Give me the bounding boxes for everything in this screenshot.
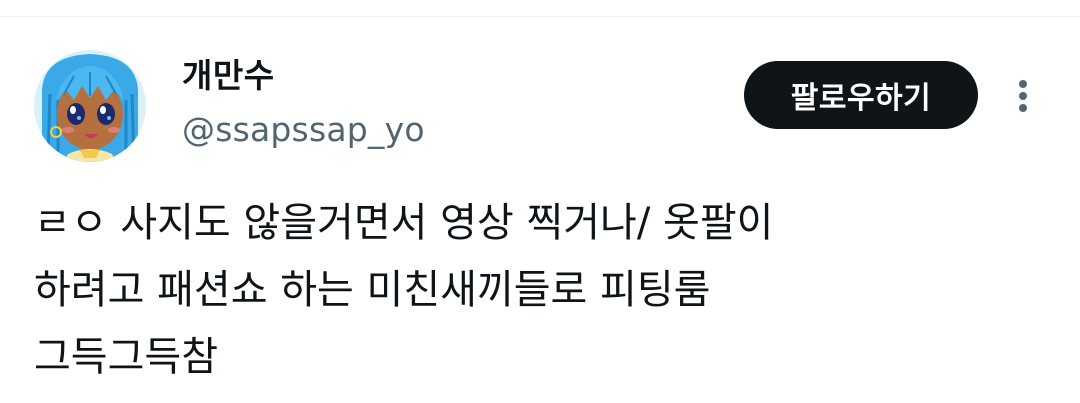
more-vertical-icon[interactable] [1008, 76, 1038, 116]
more-dots [1019, 80, 1027, 112]
tweet-text: ㄹㅇ 사지도 않을거면서 영상 찍거나/ 옷팔이 하려고 패션쇼 하는 미친새끼… [34, 190, 1044, 391]
tweet-line: 그득그득참 [34, 334, 218, 380]
user-handle[interactable]: @ssapssap_yo [182, 108, 425, 152]
follow-button[interactable]: 팔로우하기 [744, 61, 978, 129]
top-divider [0, 16, 1080, 17]
tweet-line: ㄹㅇ 사지도 않을거면서 영상 찍거나/ 옷팔이 [34, 200, 774, 246]
tweet-line: 하려고 패션쇼 하는 미친새끼들로 피팅룸 [34, 267, 711, 313]
avatar[interactable] [34, 50, 146, 162]
display-name[interactable]: 개만수 [182, 54, 275, 98]
anime-character-avatar-icon [34, 50, 146, 162]
